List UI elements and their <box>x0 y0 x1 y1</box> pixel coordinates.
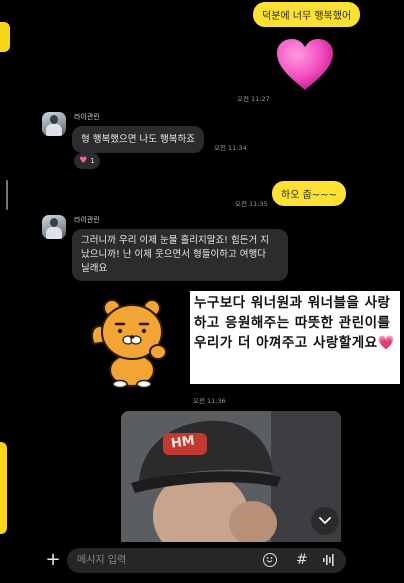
message-line: 났으니까! 난 이제 웃으면서 형들이하고 여행다 <box>81 249 266 260</box>
message-timestamp: 오전 11:34 <box>214 144 247 152</box>
hash-button[interactable]: # <box>296 550 312 570</box>
message-text: 하오 춥~~~ <box>281 190 337 201</box>
smile-icon <box>266 557 273 563</box>
message-timestamp: 오전 11:27 <box>237 95 270 103</box>
side-accent-strip <box>0 22 10 52</box>
message-timestamp: 오전 11:36 <box>193 397 226 405</box>
hash-icon: # <box>296 552 308 568</box>
input-placeholder: 메시지 입력 <box>77 555 127 566</box>
plus-icon: + <box>45 549 61 570</box>
message-text: 덕분에 너무 행복했어 <box>262 11 352 22</box>
avatar[interactable] <box>42 112 66 136</box>
side-accent-strip <box>0 442 7 534</box>
other-message-bubble[interactable]: 그러니까 우리 이제 눈물 흘리지말죠! 힘든거 지 났으니까! 난 이제 웃으… <box>72 229 288 281</box>
selfie-photo <box>121 411 341 548</box>
message-text: 형 행복했으면 나도 행복하죠 <box>81 134 195 145</box>
my-message-bubble[interactable]: 하오 춥~~~ <box>272 181 346 206</box>
chevron-down-icon <box>319 517 331 525</box>
reaction-count: 1 <box>90 157 95 165</box>
heart-icon: ♥ <box>79 155 88 166</box>
heart-emoticon[interactable] <box>276 38 334 92</box>
add-attachment-button[interactable]: + <box>44 550 62 570</box>
my-message-bubble[interactable]: 덕분에 너무 행복했어 <box>253 2 361 27</box>
scroll-indicator[interactable] <box>6 180 8 210</box>
message-line: 그러니까 우리 이제 눈물 흘리지말죠! 힘든거 지 <box>81 235 269 246</box>
avatar[interactable] <box>42 215 66 239</box>
message-timestamp: 오전 11:35 <box>235 200 268 208</box>
emoticon-button[interactable] <box>263 553 277 567</box>
caption-overlay: 누구보다 워너원과 워너블을 사랑하고 응원해주는 따뜻한 관린이를 우리가 더… <box>190 291 400 384</box>
sender-name: 라이관린 <box>74 216 100 224</box>
ryan-bear-sticker[interactable] <box>88 296 174 388</box>
caption-text: 누구보다 워너원과 워너블을 사랑하고 응원해주는 따뜻한 관린이를 우리가 더… <box>194 295 395 351</box>
message-line: 닐래요 <box>81 263 108 274</box>
message-input-bar: + 메시지 입력 # <box>0 542 404 583</box>
sender-name: 라이관린 <box>74 113 100 121</box>
photo-message[interactable]: HM <box>121 411 341 548</box>
reaction-badge[interactable]: ♥ 1 <box>74 153 100 169</box>
scroll-down-button[interactable] <box>311 507 339 535</box>
voice-input-icon[interactable] <box>322 553 336 567</box>
other-message-bubble[interactable]: 형 행복했으면 나도 행복하죠 <box>72 126 204 153</box>
